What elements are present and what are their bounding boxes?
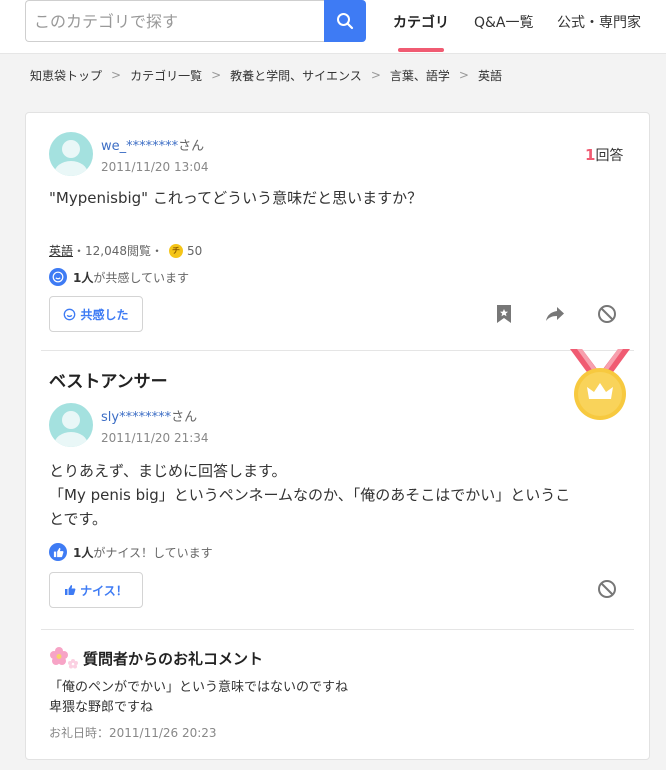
flower-icon [50,647,78,669]
share-button[interactable] [544,303,566,325]
avatar[interactable] [49,132,93,176]
answer-count[interactable]: 1回答 [585,145,623,165]
block-button[interactable] [596,303,618,325]
divider [41,629,634,630]
thanks-title: 質問者からのお礼コメント [49,646,263,670]
breadcrumb-separator: > [370,68,381,82]
honorific: さん [171,410,198,425]
breadcrumb-separator: > [111,68,122,82]
thanks-text: 「俺のペンがでかい」という意味ではないのですね 卑猥な野郎ですね [49,678,348,718]
block-icon [598,580,616,598]
thanks-line: 「俺のペンがでかい」という意味ではないのですね [49,680,349,695]
breadcrumb: 知恵袋トップ > カテゴリ一覧 > 教養と学問、サイエンス > 言葉、語学 > … [30,66,502,84]
breadcrumb-item-top[interactable]: 知恵袋トップ [30,67,102,84]
bookmark-button[interactable] [493,303,515,325]
question-card: we_********さん 2011/11/20 13:04 1回答 "Mype… [25,112,650,760]
divider [41,350,634,351]
breadcrumb-item-categories[interactable]: カテゴリ一覧 [130,67,202,84]
category-link[interactable]: 英語 [49,242,73,259]
empathy-button[interactable]: 共感した [49,296,143,332]
breadcrumb-item-language[interactable]: 言葉、語学 [390,67,450,84]
nav-active-indicator [398,48,444,52]
nice-status: 1人 がナイス！しています [49,543,213,561]
breadcrumb-item-english[interactable]: 英語 [478,67,502,84]
question-meta: 英語 ・12,048閲覧・ チ 50 [49,242,202,259]
empathy-button-label: 共感した [80,307,129,322]
medal-icon [570,349,630,420]
question-text: "Mypenisbig" これってどういう意味だと思いますか？ [49,189,423,207]
share-icon [546,307,564,321]
answer-count-number: 1 [585,146,596,164]
search-box[interactable] [25,0,325,42]
view-count: ・12,048閲覧・ [73,244,164,258]
search-icon [337,13,354,30]
answer-line: とりあえず、まじめに回答します。 [49,462,287,480]
nav-category[interactable]: カテゴリ [393,0,449,52]
bookmark-icon [497,305,511,323]
coin-count: 50 [187,243,203,258]
nice-text: がナイス！しています [93,545,213,560]
thumbs-up-icon [65,585,76,595]
answer-text: とりあえず、まじめに回答します。 「My penis big」というペンネームな… [49,459,619,531]
answer-count-label: 回答 [595,148,624,164]
nice-button-label: ナイス！ [80,583,128,598]
breadcrumb-item-science[interactable]: 教養と学問、サイエンス [230,67,362,84]
block-icon [598,305,616,323]
empathy-smile-icon [49,268,67,286]
header: カテゴリ Q&A一覧 公式・専門家 [0,0,666,54]
empathy-count: 1人 [73,270,94,285]
thanks-title-label: 質問者からのお礼コメント [83,649,264,668]
nav-official[interactable]: 公式・専門家 [557,0,641,52]
best-answer-title: ベストアンサー [49,372,168,392]
nav-qa-list[interactable]: Q&A一覧 [474,0,534,52]
nice-button[interactable]: ナイス！ [49,572,143,608]
search-input[interactable] [26,1,325,41]
answer-line: とです。 [49,510,108,528]
empathy-text: が共感しています [93,270,190,285]
thumbs-up-icon [49,543,67,561]
question-user[interactable]: we_********さん [101,135,204,154]
block-button[interactable] [596,578,618,600]
search-button[interactable] [324,0,366,42]
answer-user[interactable]: sly********さん [101,406,197,425]
answer-date: 2011/11/20 21:34 [101,431,209,445]
empathy-status: 1人 が共感しています [49,268,189,286]
nice-count: 1人 [73,545,94,560]
answer-line: 「My penis big」というペンネームなのか、「俺のあそこはでかい」という… [49,486,571,504]
question-date: 2011/11/20 13:04 [101,160,209,174]
coin-icon: チ [169,243,184,258]
breadcrumb-separator: > [458,68,469,82]
question-user-name: we_******** [101,139,179,154]
avatar[interactable] [49,403,93,447]
thanks-date: お礼日時：2011/11/26 20:23 [49,726,217,740]
breadcrumb-separator: > [211,68,222,82]
honorific: さん [178,139,205,154]
thanks-line: 卑猥な野郎ですね [49,700,154,715]
answer-user-name: sly******** [101,410,172,425]
smile-icon [64,308,76,320]
